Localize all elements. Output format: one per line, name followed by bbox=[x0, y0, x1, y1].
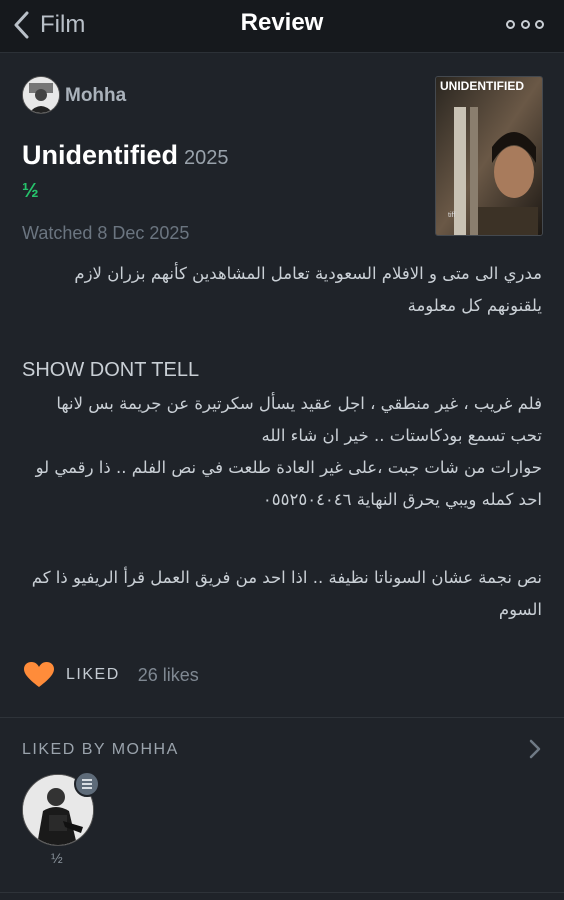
more-icon[interactable] bbox=[506, 14, 544, 34]
avatar[interactable] bbox=[22, 76, 60, 114]
user-rating: ½ bbox=[51, 850, 63, 866]
film-year: 2025 bbox=[184, 147, 229, 169]
review-paragraph: نص نجمة عشان السوناتا نظيفة .. اذا احد م… bbox=[31, 568, 542, 619]
username[interactable]: Mohha bbox=[65, 85, 126, 107]
svg-text:tiff: tiff bbox=[448, 212, 455, 219]
review-paragraph: فلم غريب ، غير منطقي ، اجل عقيد يسأل سكر… bbox=[22, 388, 542, 516]
liked-label[interactable]: LIKED bbox=[66, 666, 120, 684]
divider bbox=[0, 717, 564, 718]
top-nav-bar: Film Review bbox=[0, 0, 564, 53]
review-line: حوارات من شات جبت ،على غير العادة طلعت ف… bbox=[35, 458, 542, 509]
page-title: Review bbox=[240, 9, 324, 36]
likes-count[interactable]: 26 likes bbox=[138, 665, 199, 686]
likes-row: LIKED 26 likes bbox=[24, 660, 199, 690]
chevron-right-icon[interactable] bbox=[528, 738, 542, 760]
watched-date: Watched 8 Dec 2025 bbox=[22, 223, 190, 243]
divider bbox=[0, 892, 564, 893]
heart-icon[interactable] bbox=[24, 662, 54, 688]
list-icon bbox=[74, 771, 100, 797]
review-line: فلم غريب ، غير منطقي ، اجل عقيد يسأل سكر… bbox=[56, 394, 542, 445]
poster-title: UNIDENTIFIED bbox=[440, 79, 524, 93]
star-rating: ½ bbox=[22, 180, 39, 202]
liked-by-heading[interactable]: LIKED BY MOHHA bbox=[22, 741, 179, 759]
review-heading: SHOW DONT TELL bbox=[22, 359, 200, 381]
film-poster[interactable]: tiff UNIDENTIFIED bbox=[435, 76, 543, 236]
review-paragraph: مدري الى متى و الافلام السعودية تعامل ال… bbox=[74, 264, 542, 315]
film-title[interactable]: Unidentified 2025 bbox=[22, 140, 229, 171]
